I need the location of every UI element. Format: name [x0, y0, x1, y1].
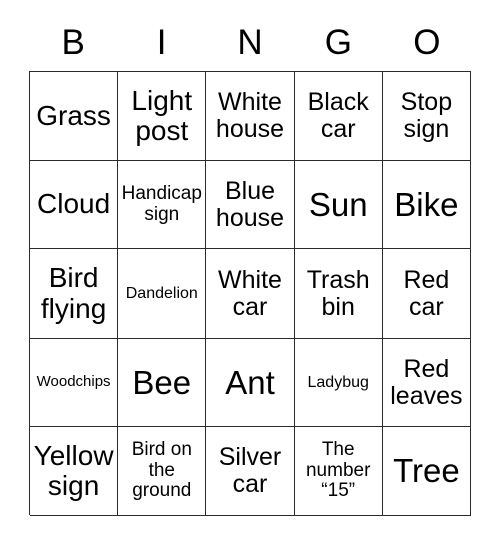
bingo-cell-label: Cloud — [37, 188, 111, 220]
bingo-cell-r1c3[interactable]: White house — [206, 72, 295, 161]
bingo-header-letter-n: N — [237, 22, 263, 62]
bingo-cell-r2c1[interactable]: Cloud — [30, 161, 119, 249]
bingo-header-letter-i: I — [156, 22, 167, 62]
bingo-cell-label: Ant — [225, 363, 275, 401]
bingo-cell-label: Dandelion — [125, 284, 198, 302]
bingo-header-row: B I N G O — [29, 16, 471, 68]
bingo-grid: Grass Light post White house Black car S… — [29, 71, 471, 516]
bingo-cell-r3c3[interactable]: White car — [206, 249, 295, 339]
bingo-cell-label: Grass — [36, 99, 111, 131]
bingo-cell-r3c4[interactable]: Trash bin — [294, 249, 383, 339]
bingo-cell-r5c4[interactable]: The number “15” — [294, 427, 383, 516]
bingo-cell-r4c2[interactable]: Bee — [118, 339, 207, 427]
bingo-cell-r2c2[interactable]: Handicap sign — [118, 161, 207, 249]
bingo-header-letter-g: G — [324, 22, 353, 62]
bingo-cell-label: Tree — [393, 452, 460, 490]
bingo-cell-label: Sun — [308, 185, 368, 223]
bingo-cell-r3c2[interactable]: Dandelion — [118, 249, 207, 339]
bingo-cell-r1c2[interactable]: Light post — [118, 72, 207, 161]
bingo-cell-label: Black car — [307, 88, 369, 143]
bingo-cell-label: Bird flying — [40, 262, 107, 324]
bingo-cell-label: Red leaves — [390, 354, 463, 410]
bingo-cell-label: Blue house — [215, 176, 285, 232]
bingo-header-letter-o: O — [413, 22, 441, 62]
bingo-cell-label: Ladybug — [307, 373, 369, 391]
bingo-cell-r2c5[interactable]: Bike — [382, 161, 471, 249]
bingo-cell-label: White house — [215, 88, 285, 143]
bingo-cell-label: Woodchips — [36, 373, 111, 391]
bingo-cell-r5c3[interactable]: Silver car — [206, 427, 295, 516]
bingo-cell-label: Silver car — [218, 443, 282, 498]
bingo-cell-label: Handicap sign — [121, 182, 202, 225]
bingo-cell-label: Stop sign — [400, 88, 453, 143]
bingo-cell-label: Red car — [403, 265, 450, 321]
bingo-header-letter-b: B — [61, 22, 85, 62]
bingo-cell-label: Bee — [132, 363, 192, 401]
bingo-cell-r1c4[interactable]: Black car — [294, 72, 383, 161]
bingo-cell-label: Bike — [394, 185, 459, 223]
bingo-cell-r4c3[interactable]: Ant — [206, 339, 295, 427]
bingo-cell-r4c5[interactable]: Red leaves — [382, 339, 471, 427]
bingo-cell-r3c5[interactable]: Red car — [382, 249, 471, 339]
bingo-cell-r5c5[interactable]: Tree — [382, 427, 471, 516]
bingo-cell-r1c1[interactable]: Grass — [30, 72, 119, 161]
bingo-cell-label: Trash bin — [306, 265, 370, 321]
bingo-cell-r4c4[interactable]: Ladybug — [294, 339, 383, 427]
bingo-cell-r2c4[interactable]: Sun — [294, 161, 383, 249]
bingo-cell-label: White car — [218, 265, 282, 321]
bingo-cell-r1c5[interactable]: Stop sign — [382, 72, 471, 161]
bingo-cell-label: Light post — [131, 84, 193, 146]
bingo-cell-r4c1[interactable]: Woodchips — [30, 339, 119, 427]
bingo-card: B I N G O Grass Light post White house B… — [0, 0, 500, 544]
bingo-cell-r5c1[interactable]: Yellow sign — [30, 427, 119, 516]
bingo-cell-label: The number “15” — [305, 439, 371, 502]
bingo-cell-r2c3[interactable]: Blue house — [206, 161, 295, 249]
bingo-cell-label: Yellow sign — [33, 439, 114, 501]
bingo-cell-r5c2[interactable]: Bird on the ground — [118, 427, 207, 516]
bingo-cell-r3c1[interactable]: Bird flying — [30, 249, 119, 339]
bingo-cell-label: Bird on the ground — [131, 439, 192, 502]
